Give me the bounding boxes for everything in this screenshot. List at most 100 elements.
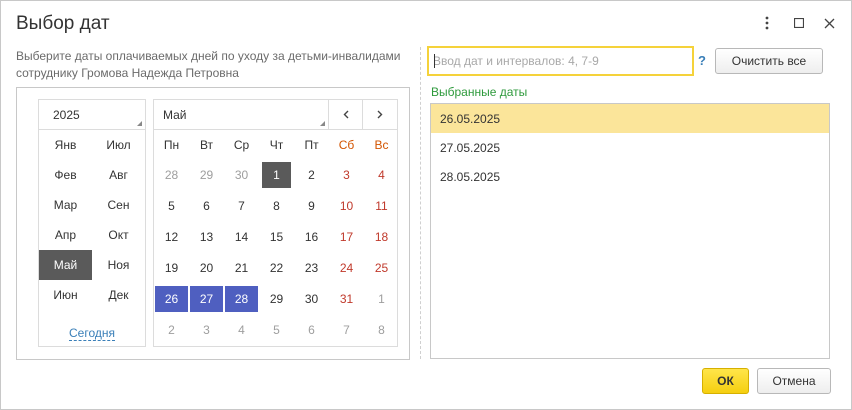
day-cell[interactable]: 11	[364, 191, 399, 221]
dropdown-corner-icon	[320, 121, 325, 126]
month-cell[interactable]: Янв	[39, 130, 92, 160]
day-number: 4	[378, 168, 385, 182]
day-cell[interactable]: 18	[364, 222, 399, 252]
weekday-header: Вт	[199, 138, 214, 152]
close-icon[interactable]	[817, 11, 841, 35]
weekday-header: Сб	[338, 138, 355, 152]
day-cell[interactable]: 19	[154, 253, 189, 283]
day-cell[interactable]: 12	[154, 222, 189, 252]
month-cell[interactable]: Сен	[92, 190, 145, 220]
month-cell[interactable]: Авг	[92, 160, 145, 190]
month-cell[interactable]: Июн	[39, 280, 92, 310]
weekday-header: Вс	[374, 138, 389, 152]
day-cell[interactable]: 27	[189, 284, 224, 314]
ok-button[interactable]: ОК	[702, 368, 749, 394]
day-cell[interactable]: 28	[224, 284, 259, 314]
day-number: 14	[234, 230, 249, 244]
day-cell[interactable]: 24	[329, 253, 364, 283]
selected-dates-list: 26.05.2025 27.05.2025 28.05.2025	[430, 103, 830, 359]
day-cell[interactable]: 13	[189, 222, 224, 252]
day-cell[interactable]: 25	[364, 253, 399, 283]
month-cell[interactable]: Фев	[39, 160, 92, 190]
day-cell[interactable]: 30	[224, 160, 259, 190]
day-cell[interactable]: 6	[189, 191, 224, 221]
day-number: 9	[308, 199, 315, 213]
panel-divider	[420, 47, 421, 359]
day-cell[interactable]: 7	[224, 191, 259, 221]
weekday-header: Ср	[233, 138, 250, 152]
day-number: 2	[308, 168, 315, 182]
day-cell[interactable]: 26	[154, 284, 189, 314]
clear-all-button[interactable]: Очистить все	[715, 48, 823, 74]
day-cell[interactable]: 3	[329, 160, 364, 190]
day-cell[interactable]: 9	[294, 191, 329, 221]
day-number: 16	[304, 230, 319, 244]
day-number: 20	[199, 261, 214, 275]
day-cell[interactable]: 16	[294, 222, 329, 252]
day-cell[interactable]: 22	[259, 253, 294, 283]
month-cell[interactable]: Мар	[39, 190, 92, 220]
more-options-icon[interactable]	[755, 11, 779, 35]
day-number: 28	[234, 292, 249, 306]
month-cell[interactable]: Май	[39, 250, 92, 280]
day-cell[interactable]: 15	[259, 222, 294, 252]
maximize-icon[interactable]	[787, 11, 811, 35]
day-cell[interactable]: 21	[224, 253, 259, 283]
dialog-title: Выбор дат	[16, 13, 110, 34]
day-number: 29	[199, 168, 214, 182]
day-number: 25	[374, 261, 389, 275]
day-cell[interactable]: 20	[189, 253, 224, 283]
day-number: 5	[168, 199, 175, 213]
selected-date-item[interactable]: 28.05.2025	[431, 162, 829, 191]
day-cell[interactable]: 2	[154, 315, 189, 345]
year-dropdown[interactable]: 2025	[39, 100, 145, 130]
prev-month-button[interactable]	[329, 100, 363, 130]
day-number: 18	[374, 230, 389, 244]
day-cell[interactable]: 5	[154, 191, 189, 221]
selected-date-item[interactable]: 27.05.2025	[431, 133, 829, 162]
day-number: 8	[378, 323, 385, 337]
day-cell[interactable]: 28	[154, 160, 189, 190]
day-cell[interactable]: 8	[259, 191, 294, 221]
month-year-selector: 2025 Янв Июл Фев Авг Мар Сен Апр Окт Май Ноя Июн Де…	[38, 99, 146, 347]
day-cell[interactable]: 30	[294, 284, 329, 314]
day-cell[interactable]: 31	[329, 284, 364, 314]
chevron-left-icon	[343, 110, 348, 119]
day-number: 11	[375, 199, 388, 213]
day-cell[interactable]: 3	[189, 315, 224, 345]
day-cell[interactable]: 5	[259, 315, 294, 345]
month-cell[interactable]: Апр	[39, 220, 92, 250]
day-cell[interactable]: 7	[329, 315, 364, 345]
month-dropdown[interactable]: Май	[154, 100, 329, 130]
date-input-field[interactable]	[427, 46, 694, 76]
day-cell[interactable]: 29	[189, 160, 224, 190]
day-cell[interactable]: 17	[329, 222, 364, 252]
day-cell[interactable]: 29	[259, 284, 294, 314]
month-cell[interactable]: Окт	[92, 220, 145, 250]
day-cell[interactable]: 8	[364, 315, 399, 345]
day-cell[interactable]: 2	[294, 160, 329, 190]
day-cell[interactable]: 4	[224, 315, 259, 345]
month-cell[interactable]: Июл	[92, 130, 145, 160]
month-cell[interactable]: Дек	[92, 280, 145, 310]
date-input[interactable]	[429, 48, 692, 74]
help-icon[interactable]: ?	[698, 53, 706, 68]
next-month-button[interactable]	[363, 100, 397, 130]
day-cell[interactable]: 10	[329, 191, 364, 221]
day-number: 15	[269, 230, 284, 244]
day-cell[interactable]: 6	[294, 315, 329, 345]
month-cell[interactable]: Ноя	[92, 250, 145, 280]
today-link[interactable]: Сегодня	[39, 326, 145, 341]
today-link-text[interactable]: Сегодня	[69, 326, 115, 341]
weekday-header: Чт	[269, 138, 284, 152]
selected-dates-label: Выбранные даты	[431, 85, 528, 99]
cancel-button[interactable]: Отмена	[757, 368, 831, 394]
day-cell[interactable]: 23	[294, 253, 329, 283]
selected-date-item[interactable]: 26.05.2025	[431, 104, 829, 133]
day-cell[interactable]: 1	[259, 160, 294, 190]
day-cell[interactable]: 14	[224, 222, 259, 252]
day-number: 6	[203, 199, 210, 213]
day-cell[interactable]: 4	[364, 160, 399, 190]
day-number: 4	[238, 323, 245, 337]
day-cell[interactable]: 1	[364, 284, 399, 314]
